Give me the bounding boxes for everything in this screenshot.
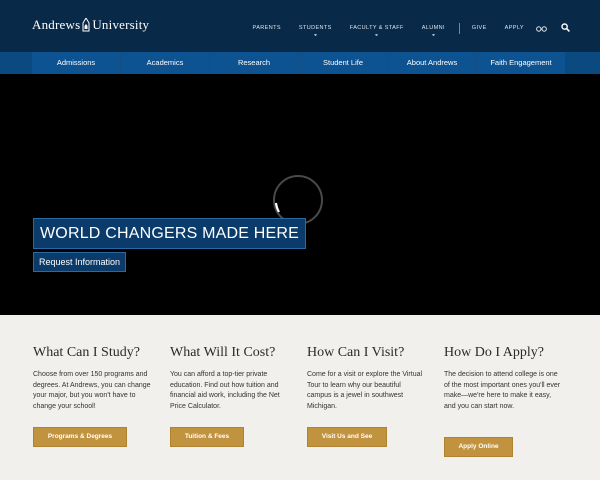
column-text: Come for a visit or explore the Virtual … (307, 371, 423, 410)
nav-faith-engagement[interactable]: Faith Engagement (477, 52, 565, 74)
nav-students-label: Students (298, 25, 332, 31)
column-title: How Do I Apply? (444, 345, 544, 360)
nav-apply[interactable]: Apply (505, 25, 524, 31)
visit-us-button[interactable]: Visit Us and See (307, 427, 387, 447)
study-column: What Can I Study? Choose from over 150 p… (33, 345, 153, 412)
nav-faculty-staff[interactable]: Faculty & Staff (349, 25, 404, 36)
dropdown-caret-icon (431, 34, 435, 36)
nav-divider (458, 22, 460, 34)
column-text: You can afford a top-tier private educat… (170, 371, 280, 410)
tuition-fees-button[interactable]: Tuition & Fees (170, 427, 244, 447)
apply-online-button[interactable]: Apply Online (444, 437, 513, 457)
nav-students[interactable]: Students (298, 25, 332, 36)
nav-admissions[interactable]: Admissions (32, 52, 121, 74)
column-text: Choose from over 150 programs and degree… (33, 371, 151, 410)
visit-column: How Can I Visit? Come for a visit or exp… (307, 345, 427, 412)
site-header: Andrews University Parents Students Facu… (0, 0, 600, 52)
hero-headline: WORLD CHANGERS MADE HERE (33, 218, 307, 249)
university-logo[interactable]: Andrews University (32, 16, 149, 34)
nav-research[interactable]: Research (210, 52, 299, 74)
top-navigation: Parents Students Faculty & Staff Alumni … (235, 19, 570, 37)
column-title: What Will It Cost? (170, 345, 276, 360)
column-text: The decision to attend college is one of… (444, 371, 561, 410)
cost-column: What Will It Cost? You can afford a top-… (170, 345, 290, 412)
logo-text-university: University (92, 17, 150, 32)
main-navigation: Admissions Academics Research Student Li… (0, 52, 600, 74)
column-title: What Can I Study? (33, 345, 140, 360)
dropdown-caret-icon (313, 34, 317, 36)
hero-banner: WORLD CHANGERS MADE HERE Request Informa… (0, 74, 600, 315)
request-information-button[interactable]: Request Information (33, 252, 127, 272)
chapel-icon (82, 18, 90, 32)
programs-degrees-button[interactable]: Programs & Degrees (33, 427, 127, 447)
logo-text-andrews: Andrews (32, 17, 81, 32)
glasses-icon[interactable] (536, 19, 547, 37)
dropdown-caret-icon (375, 34, 379, 36)
nav-alumni-label: Alumni (421, 25, 445, 31)
nav-parents[interactable]: Parents (253, 25, 281, 31)
nav-about-andrews[interactable]: About Andrews (388, 52, 477, 74)
nav-student-life[interactable]: Student Life (299, 52, 388, 74)
search-icon[interactable] (561, 19, 570, 37)
nav-give[interactable]: Give (472, 25, 487, 31)
nav-faculty-label: Faculty & Staff (349, 25, 404, 31)
nav-alumni[interactable]: Alumni (421, 25, 445, 36)
column-title: How Can I Visit? (307, 345, 405, 360)
nav-academics[interactable]: Academics (121, 52, 210, 74)
apply-column: How Do I Apply? The decision to attend c… (444, 345, 564, 412)
